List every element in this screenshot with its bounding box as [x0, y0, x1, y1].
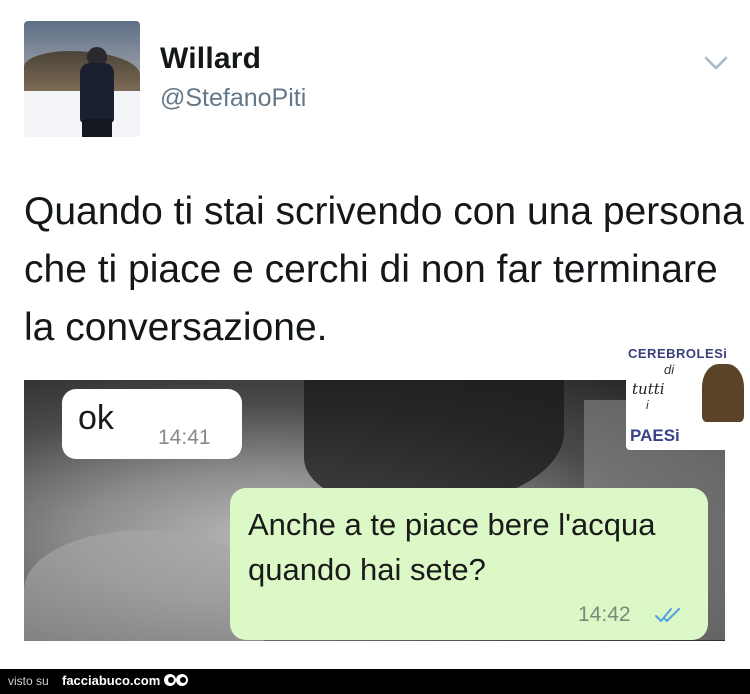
received-message-time: 14:41 — [158, 426, 211, 449]
received-message-text: ok — [78, 399, 114, 437]
display-name[interactable]: Willard — [160, 42, 261, 76]
sent-message-text: Anche a te piace bere l'acqua quando hai… — [248, 507, 656, 587]
avatar-person-body — [80, 63, 114, 123]
chevron-down-icon[interactable] — [703, 54, 729, 72]
tweet-text: Quando ti stai scrivendo con una persona… — [24, 190, 744, 349]
bear-icon — [702, 364, 744, 422]
watermark-line-2: di — [664, 362, 675, 377]
watermark-line-4: i — [646, 398, 649, 412]
double-check-icon — [655, 608, 680, 623]
photo-highlight — [24, 530, 264, 641]
received-message-bubble: ok 14:41 — [62, 389, 242, 459]
user-handle[interactable]: @StefanoPiti — [160, 84, 306, 113]
sent-message-bubble: Anche a te piace bere l'acqua quando hai… — [230, 488, 708, 640]
watermark-line-3: tutti — [632, 380, 665, 398]
watermark-logo: CEREBROLESi di tutti i PAESi — [626, 344, 746, 450]
eyes-icon — [164, 674, 188, 686]
avatar-person-legs — [82, 119, 112, 137]
footer-site-link[interactable]: facciabuco.com — [62, 673, 160, 688]
footer-prefix: visto su — [8, 674, 49, 688]
profile-avatar[interactable] — [24, 21, 140, 137]
footer-bar: visto su facciabuco.com — [0, 669, 750, 694]
watermark-line-1: CEREBROLESi — [628, 346, 728, 361]
sent-message-time: 14:42 — [578, 603, 631, 626]
watermark-line-5: PAESi — [630, 426, 680, 445]
